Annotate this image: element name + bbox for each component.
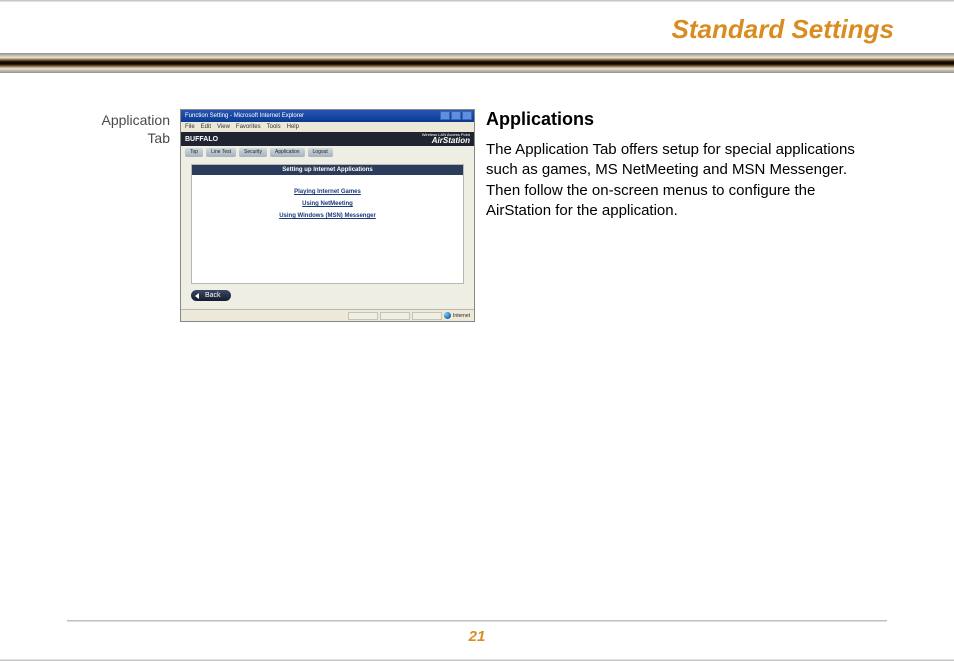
footer-divider xyxy=(67,620,887,622)
link-msn: Using Windows (MSN) Messenger xyxy=(192,213,463,219)
panel-links: Playing Internet Games Using NetMeeting … xyxy=(192,175,463,233)
brand-product: AirStation xyxy=(432,137,470,145)
brand-bar: BUFFALO Wireless LAN Access Point AirSta… xyxy=(181,132,474,146)
status-text: Internet xyxy=(453,313,470,319)
tab-security: Security xyxy=(239,148,267,157)
caption-line-2: Tab xyxy=(70,129,170,147)
window-controls xyxy=(440,111,472,120)
tab-top: Top xyxy=(185,148,203,157)
link-games: Playing Internet Games xyxy=(192,189,463,195)
footer: 21 xyxy=(0,620,954,661)
status-segment xyxy=(380,312,410,320)
menu-file: File xyxy=(185,122,195,132)
content-paragraph: The Application Tab offers setup for spe… xyxy=(486,140,856,221)
close-icon xyxy=(462,111,472,120)
text-column: Applications The Application Tab offers … xyxy=(480,109,906,322)
section-title: Standard Settings xyxy=(0,2,954,53)
embedded-screenshot: Function Setting - Microsoft Internet Ex… xyxy=(180,109,480,322)
caption-line-1: Application xyxy=(70,111,170,129)
globe-icon xyxy=(444,312,451,319)
content-area: Application Tab Function Setting - Micro… xyxy=(0,73,954,322)
maximize-icon xyxy=(451,111,461,120)
back-button: Back xyxy=(191,290,231,301)
settings-panel: Setting up Internet Applications Playing… xyxy=(191,164,464,284)
tab-line-test: Line Test xyxy=(206,148,236,157)
window-titlebar: Function Setting - Microsoft Internet Ex… xyxy=(181,110,474,122)
brand-name: BUFFALO xyxy=(185,136,218,143)
tab-application: Application xyxy=(270,148,304,157)
window-title-text: Function Setting - Microsoft Internet Ex… xyxy=(185,113,304,119)
decorative-gradient-band xyxy=(0,53,954,73)
status-segment xyxy=(348,312,378,320)
panel-title: Setting up Internet Applications xyxy=(192,165,463,175)
content-heading: Applications xyxy=(486,109,906,130)
menu-favorites: Favorites xyxy=(236,122,261,132)
menu-help: Help xyxy=(287,122,299,132)
menu-tools: Tools xyxy=(267,122,281,132)
tab-logout: Logout xyxy=(308,148,333,157)
caption-column: Application Tab xyxy=(70,109,180,322)
minimize-icon xyxy=(440,111,450,120)
back-area: Back xyxy=(191,290,464,301)
page-number: 21 xyxy=(0,628,954,661)
app-body: Setting up Internet Applications Playing… xyxy=(181,158,474,309)
status-bar: Internet xyxy=(181,309,474,321)
menu-edit: Edit xyxy=(201,122,211,132)
browser-window: Function Setting - Microsoft Internet Ex… xyxy=(180,109,475,322)
menubar: File Edit View Favorites Tools Help xyxy=(181,122,474,132)
menu-view: View xyxy=(217,122,230,132)
nav-tabs: Top Line Test Security Application Logou… xyxy=(181,146,474,158)
status-segment xyxy=(412,312,442,320)
link-netmeeting: Using NetMeeting xyxy=(192,201,463,207)
